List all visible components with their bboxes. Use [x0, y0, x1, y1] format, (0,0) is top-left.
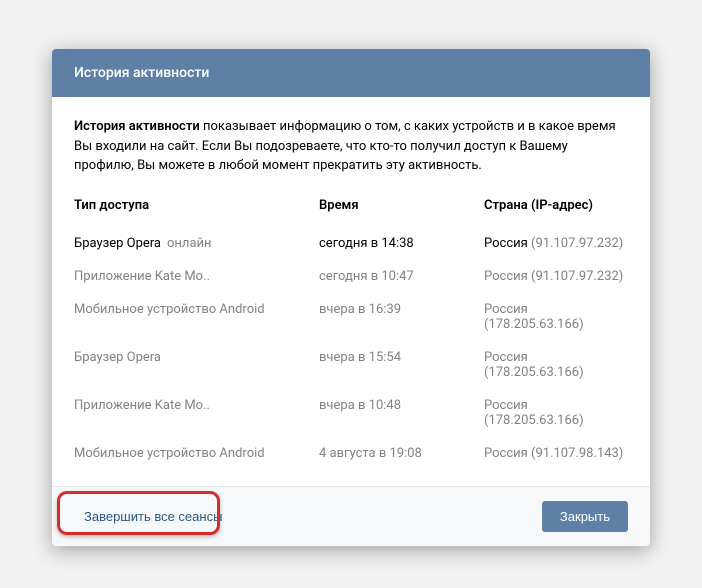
table-header: Тип доступа Время Страна (IP-адрес) — [74, 198, 628, 227]
session-type-text: Мобильное устройство Android — [74, 446, 265, 461]
session-country-name: Россия — [484, 302, 528, 317]
session-country: Россия (178.205.63.166) — [484, 398, 628, 428]
col-header-time: Время — [319, 198, 484, 213]
session-type: Приложение Kate Mo.. — [74, 269, 319, 284]
session-country-name: Россия — [484, 398, 528, 413]
session-country: Россия (178.205.63.166) — [484, 302, 628, 332]
session-country-name: Россия — [484, 236, 528, 251]
session-type-text: Приложение Kate Mo.. — [74, 398, 210, 413]
end-all-sessions-button[interactable]: Завершить все сеансы — [74, 503, 232, 530]
session-type: Приложение Kate Mo.. — [74, 398, 319, 428]
session-type-text: Мобильное устройство Android — [74, 302, 265, 317]
table-row: Мобильное устройство Android вчера в 16:3… — [74, 293, 628, 341]
session-type: Мобильное устройство Android — [74, 446, 319, 461]
session-country: Россия (178.205.63.166) — [484, 350, 628, 380]
modal-title: История активности — [74, 65, 209, 81]
session-ip: (178.205.63.166) — [484, 365, 584, 380]
online-badge: онлайн — [167, 236, 212, 251]
session-time: вчера в 10:48 — [319, 398, 484, 428]
session-time: сегодня в 14:38 — [319, 236, 484, 251]
table-row: Браузер Opera вчера в 15:54Россия (178.20… — [74, 341, 628, 389]
table-row: Приложение Kate Mo.. вчера в 10:48Россия … — [74, 389, 628, 437]
close-button[interactable]: Закрыть — [542, 501, 628, 532]
session-country: Россия (91.107.98.143) — [484, 446, 628, 461]
session-country-name: Россия — [484, 350, 528, 365]
description-bold: История активности — [74, 119, 200, 134]
session-time: сегодня в 10:47 — [319, 269, 484, 284]
session-ip: (91.107.98.143) — [531, 446, 623, 461]
session-type: Браузер Opera — [74, 350, 319, 380]
modal-footer: Завершить все сеансы Закрыть — [52, 486, 650, 546]
activity-description: История активности показывает информацию… — [74, 117, 628, 176]
session-type-text: Приложение Kate Mo.. — [74, 269, 210, 284]
session-ip: (178.205.63.166) — [484, 413, 584, 428]
session-time: 4 августа в 19:08 — [319, 446, 484, 461]
modal-header: История активности — [52, 49, 650, 97]
activity-history-modal: История активности История активности по… — [52, 49, 650, 546]
modal-body: История активности показывает информацию… — [52, 97, 650, 486]
session-ip: (178.205.63.166) — [484, 317, 584, 332]
sessions-table: Тип доступа Время Страна (IP-адрес) Брау… — [74, 198, 628, 470]
session-type: Мобильное устройство Android — [74, 302, 319, 332]
session-type-text: Браузер Opera — [74, 350, 161, 365]
session-type-text: Браузер Opera — [74, 236, 161, 251]
table-row: Браузер Opera онлайн сегодня в 14:38Россия… — [74, 227, 628, 260]
session-time: вчера в 16:39 — [319, 302, 484, 332]
session-time: вчера в 15:54 — [319, 350, 484, 380]
session-ip: (91.107.97.232) — [531, 269, 623, 284]
session-country-name: Россия — [484, 446, 528, 461]
col-header-country: Страна (IP-адрес) — [484, 198, 628, 213]
session-type: Браузер Opera онлайн — [74, 236, 319, 251]
session-country-name: Россия — [484, 269, 528, 284]
table-row: Приложение Kate Mo.. сегодня в 10:47Росси… — [74, 260, 628, 293]
session-ip: (91.107.97.232) — [531, 236, 623, 251]
session-country: Россия (91.107.97.232) — [484, 269, 628, 284]
session-country: Россия (91.107.97.232) — [484, 236, 628, 251]
col-header-type: Тип доступа — [74, 198, 319, 213]
table-row: Мобильное устройство Android 4 августа в … — [74, 437, 628, 470]
